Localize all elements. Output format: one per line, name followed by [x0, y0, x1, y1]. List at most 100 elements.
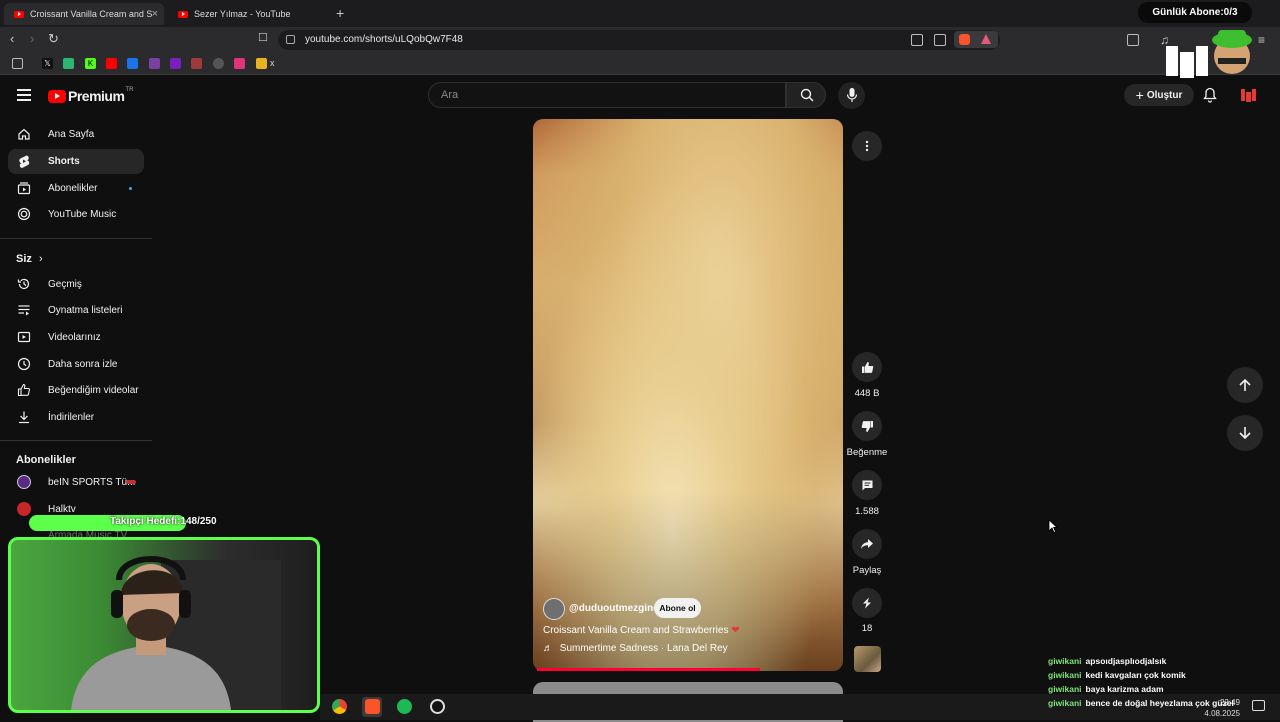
notifications-bell-icon[interactable] [1203, 87, 1217, 103]
bookmark-icon[interactable] [149, 58, 160, 69]
remix-button[interactable] [852, 588, 882, 618]
share-label: Paylaş [852, 565, 882, 576]
extensions-icon[interactable] [1127, 34, 1139, 46]
more-options-button[interactable] [852, 131, 882, 161]
sidebar-item-label: Ana Sayfa [48, 129, 95, 140]
subscriber-goal-badge: Günlük Abone:0/3 [1138, 2, 1252, 23]
sound-thumbnail[interactable] [854, 646, 881, 672]
folder-icon[interactable] [256, 58, 267, 69]
music-link[interactable]: ♬ Summertime Sadness · Lana Del Rey [543, 643, 728, 654]
spotify-icon[interactable] [397, 699, 412, 714]
like-button[interactable] [852, 352, 882, 382]
bookmark-icon[interactable] [191, 58, 202, 69]
search-button[interactable] [786, 82, 826, 108]
account-avatar[interactable] [1240, 86, 1258, 104]
cast-icon[interactable] [911, 34, 923, 46]
bookmark-icon[interactable] [234, 58, 245, 69]
follower-goal-text: Takipçi Hedefi:148/250 [110, 516, 217, 527]
sidebar-item-youtube-music[interactable]: YouTube Music [8, 202, 144, 227]
sidebar-item-liked-videos[interactable]: Beğendiğim videolar [8, 378, 144, 403]
chrome-icon[interactable] [332, 699, 347, 714]
streamer-silhouette [71, 556, 281, 710]
dislike-button[interactable] [852, 411, 882, 441]
sidebar-item-your-videos[interactable]: Videolarınız [8, 325, 144, 350]
chevron-right-icon: › [38, 253, 43, 265]
x-bookmark-icon[interactable]: 𝕏 [42, 58, 53, 69]
history-icon [17, 278, 30, 290]
video-title[interactable]: Croissant Vanilla Cream and Strawberries… [543, 625, 740, 636]
close-tab-icon[interactable]: × [152, 8, 158, 20]
notifications-icon[interactable] [1252, 700, 1265, 711]
site-info-icon[interactable] [286, 35, 295, 44]
streamer-logo-icon [1166, 30, 1252, 78]
music-note-icon: ♬ [543, 643, 553, 654]
bookmark-icon[interactable] [213, 58, 224, 69]
channel-avatar[interactable] [543, 598, 565, 620]
menu-icon[interactable]: ≡ [1258, 33, 1265, 47]
share-page-icon[interactable] [934, 34, 946, 46]
subscribe-button[interactable]: Abone ol [654, 598, 701, 618]
create-button[interactable]: + Oluştur [1124, 84, 1194, 106]
sidebar-item-watch-later[interactable]: Daha sonra izle [8, 352, 144, 377]
sidebar-item-label: Oynatma listeleri [48, 305, 123, 316]
bookmark-icon[interactable]: ☐ [258, 31, 268, 44]
youtube-favicon-icon [14, 10, 24, 18]
brave-rewards-icon[interactable] [981, 34, 991, 44]
tab-sezer-yilmaz[interactable]: Sezer Yılmaz - YouTube [168, 3, 328, 25]
hamburger-menu-icon[interactable] [17, 89, 31, 104]
previous-short-button[interactable] [1227, 367, 1263, 403]
tab-croissant[interactable]: Croissant Vanilla Cream and S × [4, 3, 164, 25]
kick-bookmark-icon[interactable]: K [85, 58, 96, 69]
sidebar-sub-bein-sports[interactable]: beIN SPORTS Tü... [8, 470, 144, 495]
youtube-music-icon [17, 207, 31, 221]
sidebar-item-history[interactable]: Geçmiş [8, 272, 144, 297]
voice-search-button[interactable] [838, 82, 865, 109]
reload-icon[interactable]: ↻ [48, 31, 59, 47]
comments-button[interactable] [852, 470, 882, 500]
obs-icon[interactable] [430, 699, 445, 714]
bookmark-icon[interactable] [170, 58, 181, 69]
apps-grid-icon[interactable] [12, 58, 23, 69]
back-icon[interactable]: ‹ [10, 31, 14, 46]
youtube-premium-logo[interactable]: Premium TR [48, 87, 133, 104]
sidebar-item-subscriptions[interactable]: Abonelikler [8, 176, 144, 201]
create-label: Oluştur [1146, 89, 1183, 101]
forward-icon[interactable]: › [30, 31, 34, 46]
sidebar-item-downloads[interactable]: İndirilenler [8, 405, 144, 430]
channel-avatar [17, 502, 31, 516]
youtube-logo-icon [48, 89, 66, 103]
clock-date: 4.08.2025 [1204, 709, 1240, 718]
chat-message: giwikani bence de doğal heyezlama çok güz… [1048, 698, 1234, 708]
sidebar-item-label: Daha sonra izle [48, 359, 118, 370]
next-short-button[interactable] [1227, 415, 1263, 451]
subscriptions-icon [17, 182, 31, 195]
watch-later-icon [17, 357, 31, 371]
brave-icon[interactable] [365, 699, 380, 714]
new-tab-button[interactable]: + [336, 5, 344, 21]
your-videos-icon [17, 331, 31, 343]
url-field[interactable]: youtube.com/shorts/uLQobQw7F48 [278, 30, 1000, 50]
sidebar-item-playlists[interactable]: Oynatma listeleri [8, 298, 144, 323]
video-progress-bar[interactable] [537, 668, 760, 671]
chat-username: giwikani [1048, 656, 1082, 666]
remix-icon [863, 597, 871, 609]
you-heading-text: Siz [16, 253, 32, 265]
share-button[interactable] [852, 529, 882, 559]
sidebar-item-home[interactable]: Ana Sayfa [8, 122, 144, 147]
sidebar-item-shorts[interactable]: Shorts [8, 149, 144, 174]
gmail-bookmark-icon[interactable] [127, 58, 138, 69]
sidebar-item-label: Shorts [48, 156, 80, 167]
sidebar-divider [0, 440, 152, 441]
bookmark-folder-label[interactable]: x [270, 58, 275, 68]
short-video-player[interactable] [533, 119, 843, 671]
bookmark-icon[interactable] [63, 58, 74, 69]
sidebar-item-label: Abonelikler [48, 183, 98, 194]
you-section-heading[interactable]: Siz › [16, 253, 43, 265]
chat-message: giwikani baya karizma adam [1048, 684, 1164, 694]
channel-name[interactable]: @duduoutmezgine [569, 603, 659, 614]
sidebar-item-label: beIN SPORTS Tü... [48, 477, 136, 488]
brave-shield-icon[interactable] [959, 34, 970, 45]
search-input[interactable]: Ara [428, 82, 786, 108]
youtube-bookmark-icon[interactable] [106, 58, 117, 69]
more-vertical-icon [865, 140, 869, 152]
